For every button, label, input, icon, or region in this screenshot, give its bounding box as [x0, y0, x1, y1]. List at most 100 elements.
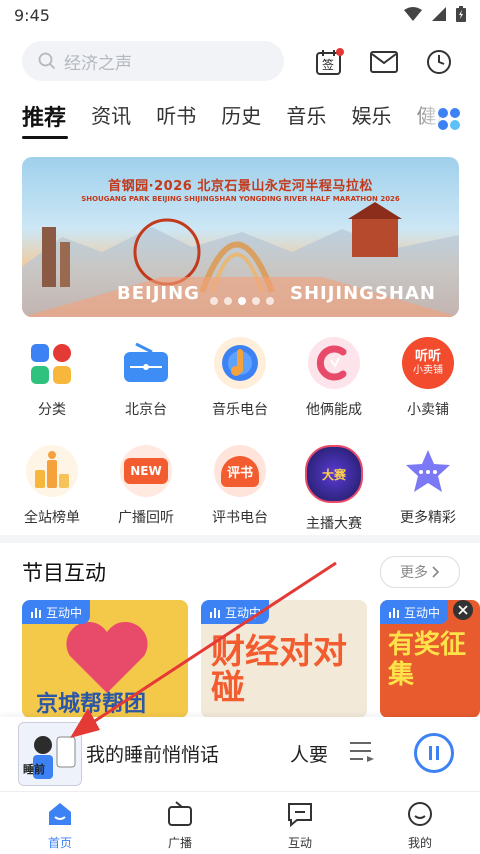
- carousel-dot[interactable]: [252, 297, 260, 305]
- battery-icon: [456, 6, 466, 22]
- sign-in-button[interactable]: 签: [311, 44, 347, 80]
- search-input[interactable]: 经济之声: [22, 41, 284, 81]
- chat-icon: [288, 803, 312, 828]
- ranking-icon: [26, 445, 78, 497]
- couple-icon: [308, 337, 360, 389]
- card-caption: 京城帮帮团: [36, 692, 147, 717]
- sign-label: 签: [322, 58, 335, 72]
- contest-icon: 大赛: [305, 445, 363, 503]
- carousel-dot[interactable]: [210, 297, 218, 305]
- grid-label: 评书电台: [212, 510, 268, 526]
- tab-entertainment[interactable]: 娱乐: [351, 100, 391, 129]
- grid-item-beijing-station[interactable]: 北京台: [98, 337, 194, 419]
- grid-label: 广播回听: [118, 510, 174, 526]
- playlist-button[interactable]: [349, 740, 375, 768]
- shop-icon: 听听 小卖铺: [402, 337, 454, 389]
- nav-label: 我的: [407, 836, 432, 850]
- carousel-dot[interactable]: [224, 297, 232, 305]
- grid-item-shop[interactable]: 听听 小卖铺 小卖铺: [380, 337, 476, 419]
- grid-label: 他俩能成: [306, 402, 362, 418]
- search-icon: [38, 52, 56, 70]
- grid-item-music-radio[interactable]: 音乐电台: [192, 337, 288, 419]
- card-program[interactable]: 互动中 财经对对碰: [201, 600, 367, 718]
- banner-word-left: BEIJING: [117, 283, 200, 304]
- card-caption: 财经对对碰: [211, 632, 347, 708]
- banner-carousel[interactable]: 首钢园·2026 北京石景山永定河半程马拉松 SHOUGANG PARK BEI…: [22, 157, 459, 317]
- player-subtitle: 人要: [290, 744, 329, 766]
- storytelling-icon-text: 评书: [220, 455, 259, 487]
- close-card-button[interactable]: [453, 600, 473, 620]
- grid-label: 全站榜单: [24, 510, 80, 526]
- player-cover[interactable]: 睡前: [18, 722, 82, 786]
- grid-item-contest[interactable]: 大赛 主播大赛: [286, 445, 382, 533]
- category-icon: [26, 337, 78, 389]
- tab-music[interactable]: 音乐: [286, 100, 326, 129]
- close-icon: [458, 605, 468, 615]
- badge-label: 互动中: [225, 605, 262, 620]
- all-categories-button[interactable]: [437, 107, 461, 135]
- carousel-dot[interactable]: [266, 297, 274, 305]
- tab-recommend[interactable]: 推荐: [22, 100, 66, 132]
- grid-label: 更多精彩: [400, 510, 456, 526]
- message-button[interactable]: [366, 44, 402, 80]
- grid-item-replay[interactable]: NEW 广播回听: [98, 445, 194, 527]
- status-time: 9:45: [14, 6, 50, 25]
- section-title: 节目互动: [22, 561, 106, 585]
- shop-icon-text-1: 听听: [414, 349, 441, 364]
- nav-home[interactable]: 首页: [0, 792, 120, 854]
- search-placeholder: 经济之声: [64, 53, 132, 74]
- grid-item-more[interactable]: 更多精彩: [380, 445, 476, 527]
- clock-icon: [427, 50, 451, 74]
- contest-icon-text: 大赛: [321, 467, 346, 482]
- signal-icon: [432, 7, 446, 21]
- chevron-right-icon: [432, 566, 440, 578]
- mail-icon: [370, 51, 398, 73]
- nav-label: 广播: [167, 836, 192, 850]
- bottom-nav: 首页 广播 互动 我的: [0, 791, 480, 854]
- banner-word-right: SHIJINGSHAN: [290, 283, 436, 304]
- grid-item-couple[interactable]: 他俩能成: [286, 337, 382, 419]
- pause-icon: [429, 746, 439, 760]
- tab-news[interactable]: 资讯: [91, 100, 131, 129]
- live-badge: 互动中: [201, 600, 270, 624]
- nav-mine[interactable]: 我的: [360, 792, 480, 854]
- grid-item-storytelling[interactable]: 评书 评书电台: [192, 445, 288, 527]
- wifi-icon: [404, 7, 422, 21]
- cover-text: 睡前: [23, 763, 45, 776]
- status-icons: [404, 6, 466, 22]
- radio-icon: [120, 337, 172, 389]
- nav-broadcast[interactable]: 广播: [120, 792, 240, 854]
- live-badge: 互动中: [380, 600, 449, 624]
- tab-history[interactable]: 历史: [221, 100, 261, 129]
- history-button[interactable]: [421, 44, 457, 80]
- nav-interact[interactable]: 互动: [240, 792, 360, 854]
- carousel-dots: [210, 297, 274, 305]
- banner-subtitle: SHOUGANG PARK BEIJING SHIJINGSHAN YONGDI…: [81, 195, 400, 203]
- more-button[interactable]: 更多: [380, 556, 460, 588]
- radio-tv-icon: [168, 801, 192, 826]
- replay-icon: NEW: [120, 445, 172, 497]
- grid-item-category[interactable]: 分类: [4, 337, 100, 419]
- card-program[interactable]: 互动中 京城帮帮团: [22, 600, 188, 718]
- music-icon: [214, 337, 266, 389]
- pause-button[interactable]: [414, 733, 454, 773]
- profile-icon: [408, 802, 432, 826]
- bar-chart-icon: [31, 608, 41, 618]
- home-icon: [49, 803, 71, 825]
- carousel-dot[interactable]: [238, 297, 246, 305]
- grid-label: 小卖铺: [407, 402, 449, 418]
- active-tab-indicator: [22, 136, 68, 139]
- card-caption: 有奖征集: [388, 630, 467, 690]
- grid-label: 音乐电台: [212, 402, 268, 418]
- grid-label: 主播大赛: [306, 516, 362, 532]
- shop-icon-text-2: 小卖铺: [413, 365, 443, 376]
- grid-menu-icon: [438, 108, 460, 130]
- nav-label: 互动: [287, 836, 312, 850]
- section-divider: [0, 535, 480, 543]
- live-badge: 互动中: [22, 600, 91, 624]
- replay-icon-text: NEW: [124, 458, 168, 484]
- player-title: 我的睡前悄悄话: [86, 744, 220, 766]
- grid-item-ranking[interactable]: 全站榜单: [4, 445, 100, 527]
- tab-audiobook[interactable]: 听书: [156, 100, 196, 129]
- more-label: 更多: [400, 565, 428, 581]
